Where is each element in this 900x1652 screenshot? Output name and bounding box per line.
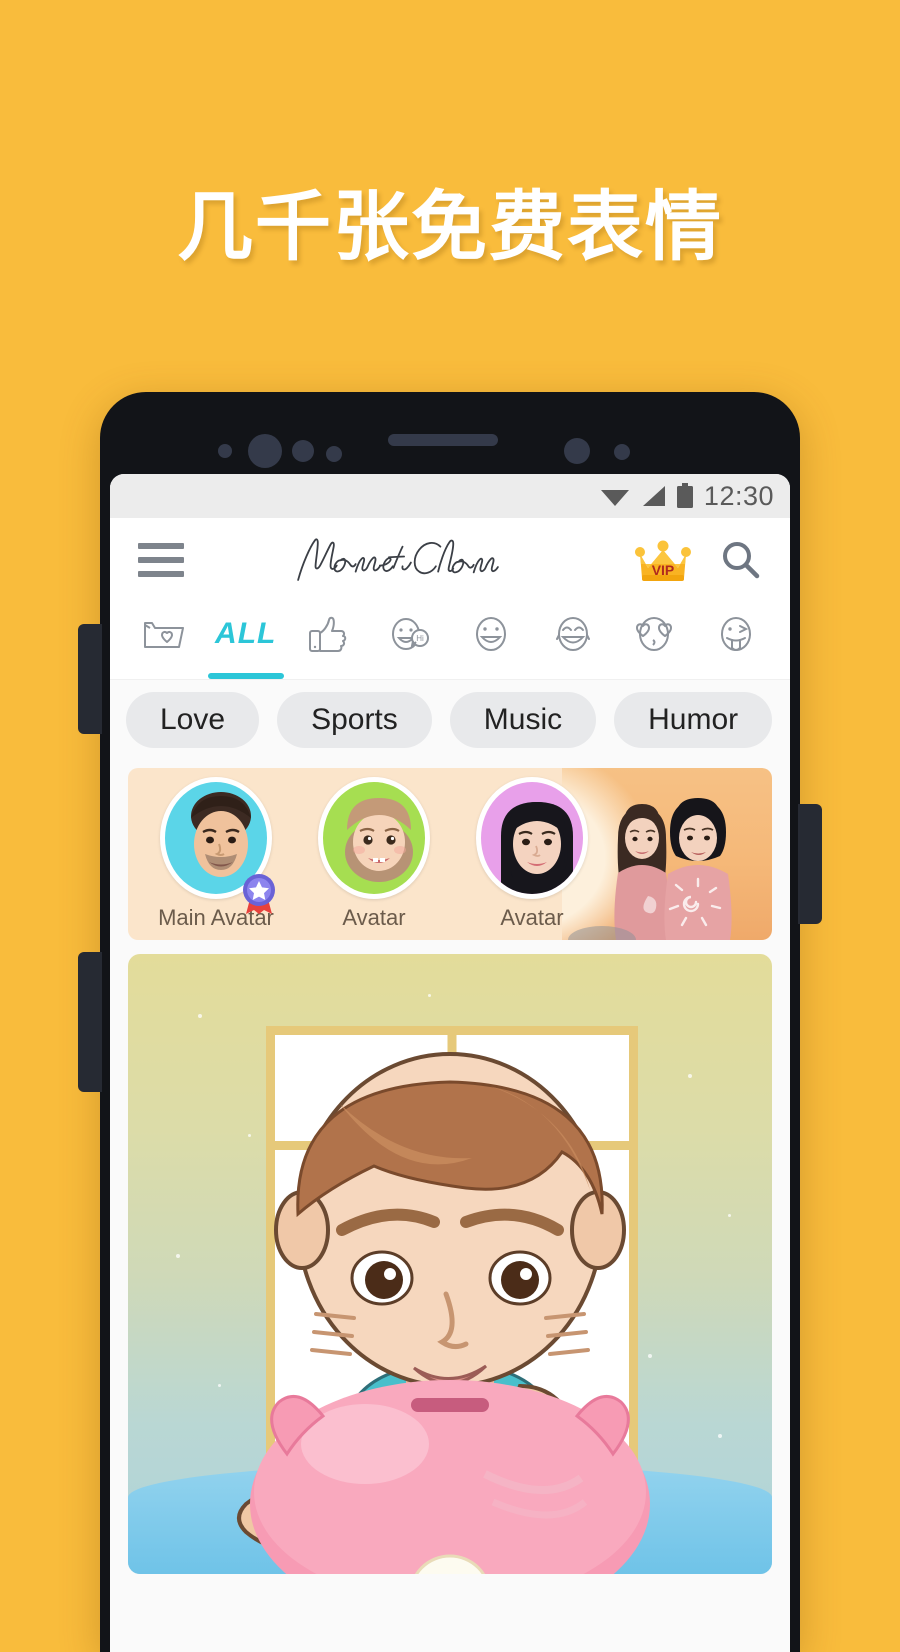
thumbs-up-icon <box>309 616 347 652</box>
search-icon[interactable] <box>718 538 762 582</box>
volume-up-button[interactable] <box>78 624 102 734</box>
tab-greetings[interactable]: Hi <box>373 601 445 679</box>
volume-down-button[interactable] <box>78 952 102 1092</box>
chip-love[interactable]: Love <box>126 692 260 748</box>
hamburger-menu-icon[interactable] <box>138 543 184 577</box>
chip-music[interactable]: Music <box>449 692 597 748</box>
category-tab-bar: ALL Hi <box>110 602 790 680</box>
face-smile-icon <box>475 617 506 651</box>
status-bar: 12:30 <box>110 474 790 518</box>
wifi-icon <box>600 490 629 506</box>
folder-heart-icon <box>144 622 184 648</box>
avatar-label: Avatar <box>500 905 564 930</box>
page-title: 几千张免费表情 <box>177 182 723 271</box>
tab-popular[interactable] <box>291 601 363 679</box>
tab-love[interactable] <box>618 601 690 679</box>
status-bar-time: 12:30 <box>703 480 774 511</box>
phone-speaker-grille <box>388 434 498 446</box>
avatar-label: Avatar <box>342 905 406 930</box>
vip-crown-icon[interactable]: VIP <box>634 534 692 586</box>
featured-sticker-card[interactable] <box>128 954 772 1574</box>
piggy-bank <box>250 1380 650 1574</box>
avatar-item-2[interactable]: Avatar <box>304 777 444 931</box>
battery-icon <box>676 483 693 508</box>
svg-text:Hi: Hi <box>416 634 424 643</box>
chip-humor[interactable]: Humor <box>614 692 773 748</box>
tab-all[interactable]: ALL <box>207 601 284 679</box>
category-chip-row[interactable]: Love Sports Music Humor Rom <box>110 680 790 760</box>
tab-active-underline <box>207 673 284 679</box>
face-heart-eyes-icon <box>636 617 673 651</box>
avatar <box>318 777 430 899</box>
featured-sticker-section <box>110 940 790 1652</box>
svg-text:VIP: VIP <box>652 562 675 578</box>
tab-smile[interactable] <box>455 601 527 679</box>
avatar <box>476 777 588 899</box>
avatar-item-main[interactable]: Main Avatar <box>146 777 286 931</box>
phone-mockup: 12:30 VIP ALL Hi Love Sports Music Humor… <box>78 392 822 1652</box>
cell-signal-icon <box>642 486 665 506</box>
tab-laugh[interactable] <box>537 601 609 679</box>
face-tongue-out-icon <box>720 617 751 651</box>
star-badge-icon <box>238 869 280 915</box>
phone-screen: 12:30 VIP ALL Hi Love Sports Music Humor… <box>110 474 790 1652</box>
avatar-section: Main Avatar Avatar Avatar <box>110 760 790 940</box>
power-button[interactable] <box>798 804 822 924</box>
face-hi-bubble-icon: Hi <box>392 618 430 650</box>
tab-favorites[interactable] <box>128 601 200 679</box>
brand-logo <box>184 530 634 591</box>
avatar-strip: Main Avatar Avatar Avatar <box>128 768 772 940</box>
chip-sports[interactable]: Sports <box>277 692 432 748</box>
tab-all-label: ALL <box>215 617 277 650</box>
app-bar: VIP <box>110 518 790 602</box>
face-laugh-icon <box>555 617 590 651</box>
tab-playful[interactable] <box>700 601 772 679</box>
avatar-item-3[interactable]: Avatar <box>462 777 602 931</box>
